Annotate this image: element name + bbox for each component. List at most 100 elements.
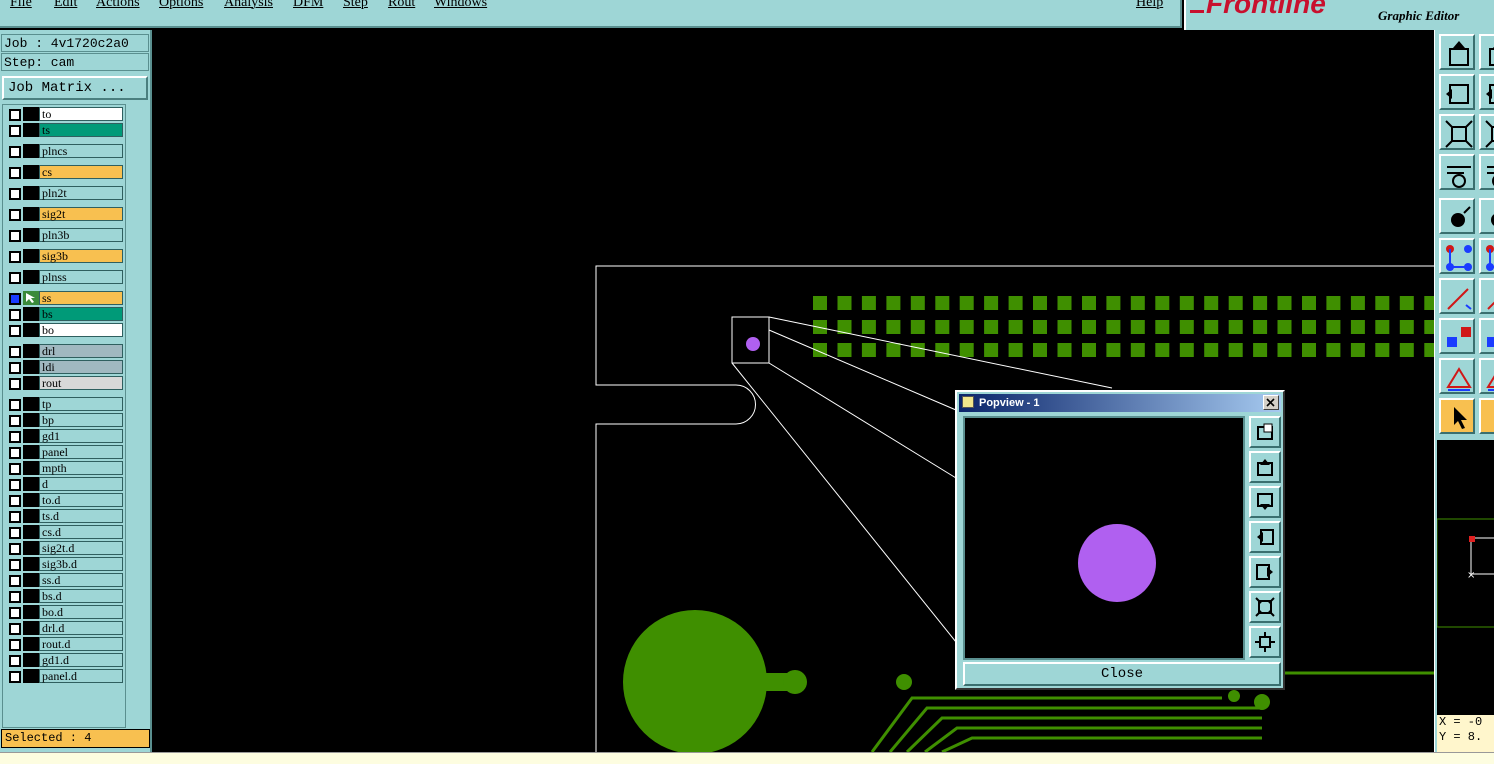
layer-affected-marker[interactable] xyxy=(23,477,39,491)
pan-down-icon[interactable] xyxy=(1249,486,1281,518)
layer-name[interactable]: sig2t.d xyxy=(39,541,123,555)
polygon-alt-icon[interactable] xyxy=(1479,358,1494,394)
layer-affected-marker[interactable] xyxy=(23,107,39,121)
layer-name[interactable]: d xyxy=(39,477,123,491)
menu-rout[interactable]: Rout xyxy=(388,0,415,11)
layer-row-pln3b[interactable]: pln3b xyxy=(5,228,123,242)
menu-help[interactable]: Help xyxy=(1136,0,1163,11)
layer-affected-marker[interactable] xyxy=(23,397,39,411)
add-pad-icon[interactable] xyxy=(1439,198,1475,234)
layer-affected-marker[interactable] xyxy=(23,541,39,555)
layer-name[interactable]: ss.d xyxy=(39,573,123,587)
layer-row-mpth[interactable]: mpth xyxy=(5,461,123,475)
polygon-icon[interactable] xyxy=(1439,358,1475,394)
layer-checkbox[interactable] xyxy=(9,146,21,158)
menu-edit[interactable]: Edit xyxy=(54,0,77,11)
pan-up-icon[interactable] xyxy=(1249,451,1281,483)
layer-checkbox[interactable] xyxy=(9,362,21,374)
popview-close-button[interactable]: Close xyxy=(963,662,1281,686)
layer-checkbox[interactable] xyxy=(9,463,21,475)
layer-row-ldi[interactable]: ldi xyxy=(5,360,123,374)
layer-affected-marker[interactable] xyxy=(23,573,39,587)
layer-name[interactable]: rout xyxy=(39,376,123,390)
add-surface-alt-icon[interactable] xyxy=(1479,318,1494,354)
layer-checkbox[interactable] xyxy=(9,399,21,411)
layer-affected-marker[interactable] xyxy=(23,669,39,683)
layer-name[interactable]: plnss xyxy=(39,270,123,284)
menu-dfm[interactable]: DFM xyxy=(293,0,323,11)
layer-name[interactable]: mpth xyxy=(39,461,123,475)
layer-affected-marker[interactable] xyxy=(23,557,39,571)
open-icon[interactable] xyxy=(1439,34,1475,70)
layer-checkbox[interactable] xyxy=(9,309,21,321)
layer-checkbox[interactable] xyxy=(9,251,21,263)
layer-name[interactable]: rout.d xyxy=(39,637,123,651)
menu-options[interactable]: Options xyxy=(159,0,203,11)
layer-row-cs-d[interactable]: cs.d xyxy=(5,525,123,539)
layer-row-to-d[interactable]: to.d xyxy=(5,493,123,507)
layer-name[interactable]: ts xyxy=(39,123,123,137)
layer-name[interactable]: ldi xyxy=(39,360,123,374)
layer-row-bp[interactable]: bp xyxy=(5,413,123,427)
layer-affected-marker[interactable] xyxy=(23,144,39,158)
layer-row-sig3b-d[interactable]: sig3b.d xyxy=(5,557,123,571)
layer-name[interactable]: ts.d xyxy=(39,509,123,523)
layer-checkbox[interactable] xyxy=(9,272,21,284)
layer-affected-marker[interactable] xyxy=(23,360,39,374)
layer-row-plncs[interactable]: plncs xyxy=(5,144,123,158)
layer-affected-marker[interactable] xyxy=(23,323,39,337)
layer-checkbox[interactable] xyxy=(9,591,21,603)
layer-name[interactable]: plncs xyxy=(39,144,123,158)
menu-actions[interactable]: Actions xyxy=(96,0,140,11)
zoom-fit-icon[interactable] xyxy=(1249,591,1281,623)
layer-row-tp[interactable]: tp xyxy=(5,397,123,411)
layer-row-rout[interactable]: rout xyxy=(5,376,123,390)
layer-row-ss-d[interactable]: ss.d xyxy=(5,573,123,587)
fit-window-icon[interactable] xyxy=(1439,114,1475,150)
mini-map[interactable]: × xyxy=(1436,440,1494,715)
pan-right-icon[interactable] xyxy=(1249,556,1281,588)
layer-name[interactable]: panel.d xyxy=(39,669,123,683)
layer-name[interactable]: sig2t xyxy=(39,207,123,221)
layer-affected-marker[interactable] xyxy=(23,525,39,539)
fit-window-alt-icon[interactable] xyxy=(1479,114,1494,150)
layer-affected-marker[interactable] xyxy=(23,429,39,443)
layer-affected-marker[interactable] xyxy=(23,249,39,263)
close-icon[interactable] xyxy=(1263,395,1279,410)
layer-affected-marker[interactable] xyxy=(23,123,39,137)
layer-checkbox[interactable] xyxy=(9,167,21,179)
layer-name[interactable]: ss xyxy=(39,291,123,305)
layer-row-panel[interactable]: panel xyxy=(5,445,123,459)
layer-checkbox[interactable] xyxy=(9,575,21,587)
layer-row-sig2t-d[interactable]: sig2t.d xyxy=(5,541,123,555)
layer-name[interactable]: bo.d xyxy=(39,605,123,619)
layer-checkbox[interactable] xyxy=(9,125,21,137)
add-line-alt-icon[interactable] xyxy=(1479,278,1494,314)
layer-name[interactable]: pln3b xyxy=(39,228,123,242)
layer-name[interactable]: sig3b.d xyxy=(39,557,123,571)
layer-affected-marker[interactable] xyxy=(23,653,39,667)
layer-row-panel-d[interactable]: panel.d xyxy=(5,669,123,683)
window-left-alt-icon[interactable] xyxy=(1479,74,1494,110)
layer-row-pln2t[interactable]: pln2t xyxy=(5,186,123,200)
open-alt-icon[interactable] xyxy=(1479,34,1494,70)
layer-row-gd1-d[interactable]: gd1.d xyxy=(5,653,123,667)
layer-affected-marker[interactable] xyxy=(23,228,39,242)
layer-affected-marker[interactable] xyxy=(23,165,39,179)
layer-row-sig3b[interactable]: sig3b xyxy=(5,249,123,263)
layer-checkbox[interactable] xyxy=(9,431,21,443)
layer-name[interactable]: bs xyxy=(39,307,123,321)
layer-checkbox[interactable] xyxy=(9,188,21,200)
layer-checkbox[interactable] xyxy=(9,346,21,358)
layer-row-plnss[interactable]: plnss xyxy=(5,270,123,284)
add-pad-alt-icon[interactable] xyxy=(1479,198,1494,234)
layer-checkbox[interactable] xyxy=(9,559,21,571)
layer-name[interactable]: cs.d xyxy=(39,525,123,539)
layer-checkbox[interactable] xyxy=(9,671,21,683)
layer-row-drl[interactable]: drl xyxy=(5,344,123,358)
layer-checkbox[interactable] xyxy=(9,511,21,523)
menu-windows[interactable]: Windows xyxy=(434,0,487,11)
layer-row-cs[interactable]: cs xyxy=(5,165,123,179)
layer-row-ts-d[interactable]: ts.d xyxy=(5,509,123,523)
layer-affected-marker[interactable] xyxy=(23,186,39,200)
